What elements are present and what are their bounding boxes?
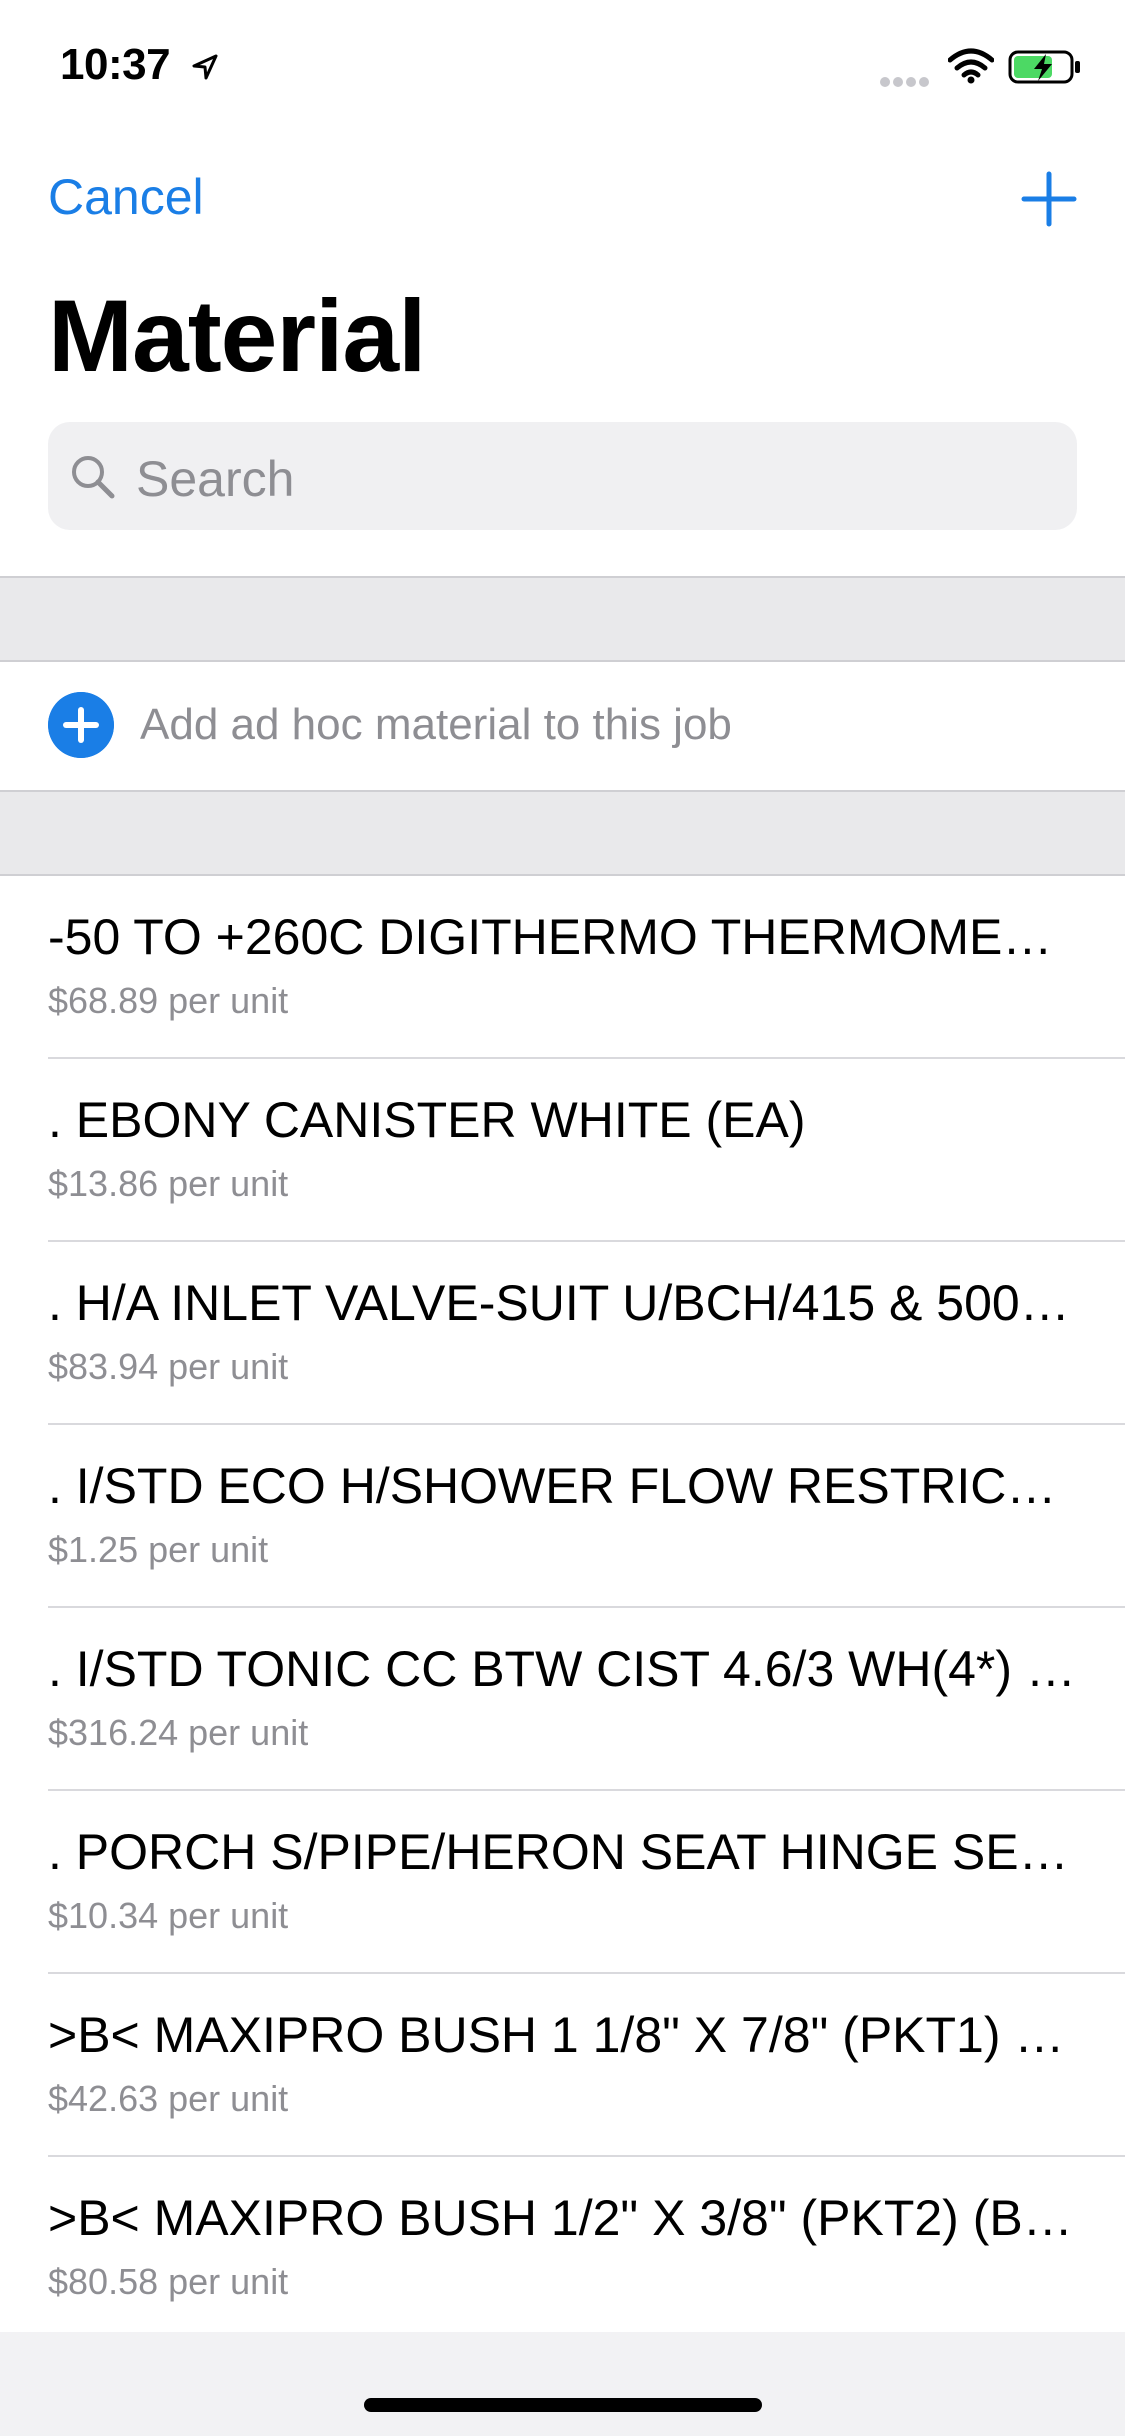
list-item[interactable]: . EBONY CANISTER WHITE (EA) $13.86 per u… — [0, 1059, 1125, 1242]
wifi-icon — [948, 48, 994, 84]
cellular-signal-icon — [880, 74, 934, 87]
search-input[interactable]: Search — [48, 422, 1077, 530]
material-list: -50 TO +260C DIGITHERMO THERMOMETER $68.… — [0, 876, 1125, 2340]
section-spacer — [0, 790, 1125, 876]
item-name: -50 TO +260C DIGITHERMO THERMOMETER — [48, 909, 1078, 965]
cancel-button[interactable]: Cancel — [48, 168, 204, 226]
item-price: $10.34 per unit — [48, 1895, 289, 1936]
add-circle-icon — [48, 692, 114, 758]
add-adhoc-material-button[interactable]: Add ad hoc material to this job — [0, 662, 1125, 790]
list-item[interactable]: . PORCH S/PIPE/HERON SEAT HINGE SET (EA)… — [0, 1791, 1125, 1974]
item-price: $42.63 per unit — [48, 2078, 289, 2119]
item-name: . I/STD TONIC CC BTW CIST 4.6/3 WH(4*) (… — [48, 1641, 1078, 1697]
list-item[interactable]: -50 TO +260C DIGITHERMO THERMOMETER $68.… — [0, 876, 1125, 1059]
battery-charging-icon — [1008, 50, 1080, 84]
item-price: $83.94 per unit — [48, 1346, 289, 1387]
item-name: . PORCH S/PIPE/HERON SEAT HINGE SET (EA) — [48, 1824, 1078, 1880]
list-item[interactable]: . I/STD ECO H/SHOWER FLOW RESTRICTOR $1.… — [0, 1425, 1125, 1608]
status-bar: 10:37 — [0, 0, 1125, 132]
list-item[interactable]: >B< MAXIPRO BUSH 1 1/8" X 7/8" (PKT1) (E… — [0, 1974, 1125, 2157]
item-name: . H/A INLET VALVE-SUIT U/BCH/415 & 500 S… — [48, 1275, 1078, 1331]
item-name: . I/STD ECO H/SHOWER FLOW RESTRICTOR — [48, 1458, 1078, 1514]
bottom-safe-area — [0, 2332, 1125, 2436]
item-name: >B< MAXIPRO BUSH 1/2" X 3/8" (PKT2) (BAG… — [48, 2190, 1078, 2246]
section-spacer — [0, 576, 1125, 662]
item-name: . EBONY CANISTER WHITE (EA) — [48, 1092, 806, 1148]
item-price: $68.89 per unit — [48, 980, 289, 1021]
item-name: >B< MAXIPRO BUSH 1 1/8" X 7/8" (PKT1) (E… — [48, 2007, 1078, 2063]
page-title: Material — [48, 279, 426, 393]
list-item[interactable]: >B< MAXIPRO BUSH 1/2" X 3/8" (PKT2) (BAG… — [0, 2157, 1125, 2340]
status-time: 10:37 — [60, 40, 171, 89]
add-plus-icon[interactable] — [1020, 170, 1078, 228]
item-price: $80.58 per unit — [48, 2261, 289, 2302]
list-item[interactable]: . H/A INLET VALVE-SUIT U/BCH/415 & 500 S… — [0, 1242, 1125, 1425]
list-item[interactable]: . I/STD TONIC CC BTW CIST 4.6/3 WH(4*) (… — [0, 1608, 1125, 1791]
search-icon — [72, 456, 115, 499]
item-price: $13.86 per unit — [48, 1163, 289, 1204]
item-price: $316.24 per unit — [48, 1712, 309, 1753]
location-arrow-icon — [192, 54, 218, 80]
item-price: $1.25 per unit — [48, 1529, 269, 1570]
search-placeholder: Search — [136, 451, 295, 507]
home-indicator[interactable] — [364, 2398, 762, 2412]
add-adhoc-label: Add ad hoc material to this job — [140, 700, 732, 749]
